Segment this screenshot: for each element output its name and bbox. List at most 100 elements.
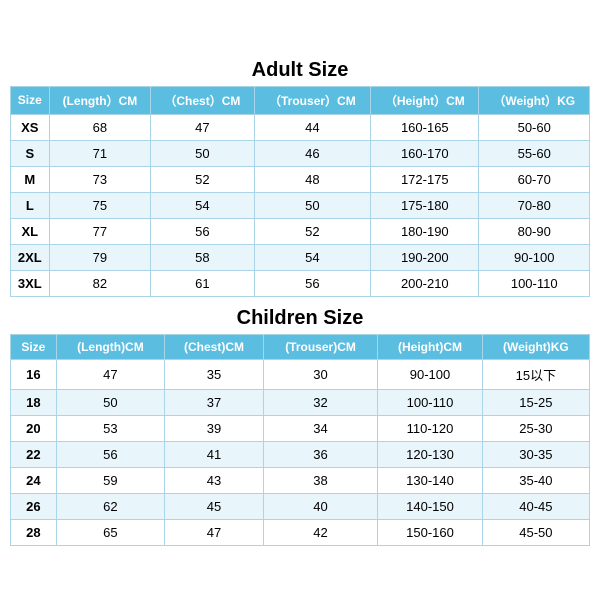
table-cell: 58: [151, 244, 254, 270]
table-cell: 90-100: [479, 244, 590, 270]
table-cell: 56: [254, 270, 371, 296]
adult-header-cell: （Chest）CM: [151, 86, 254, 114]
table-cell: 68: [49, 114, 151, 140]
table-cell: 55-60: [479, 140, 590, 166]
table-cell: 200-210: [371, 270, 479, 296]
table-cell: 2XL: [11, 244, 50, 270]
table-row: 22564136120-13030-35: [11, 441, 590, 467]
table-cell: 56: [151, 218, 254, 244]
table-row: 28654742150-16045-50: [11, 519, 590, 545]
table-row: 24594338130-14035-40: [11, 467, 590, 493]
adult-table-body: XS684744160-16550-60S715046160-17055-60M…: [11, 114, 590, 296]
table-cell: 41: [165, 441, 264, 467]
children-table-body: 1647353090-10015以下18503732100-11015-2520…: [11, 359, 590, 545]
adult-size-table: Size(Length）CM（Chest）CM（Trouser）CM（Heigh…: [10, 86, 590, 297]
table-cell: 28: [11, 519, 57, 545]
table-cell: 82: [49, 270, 151, 296]
table-cell: 3XL: [11, 270, 50, 296]
table-cell: 38: [263, 467, 377, 493]
size-chart-container: Adult Size Size(Length）CM（Chest）CM（Trous…: [10, 53, 590, 548]
table-cell: 40-45: [482, 493, 589, 519]
table-cell: 62: [56, 493, 164, 519]
table-row: XS684744160-16550-60: [11, 114, 590, 140]
table-cell: 59: [56, 467, 164, 493]
adult-header-row: Size(Length）CM（Chest）CM（Trouser）CM（Heigh…: [11, 86, 590, 114]
children-header-row: Size(Length)CM(Chest)CM(Trouser)CM(Heigh…: [11, 334, 590, 359]
adult-header-cell: （Trouser）CM: [254, 86, 371, 114]
table-cell: 73: [49, 166, 151, 192]
table-cell: 47: [56, 359, 164, 389]
children-table-header: Size(Length)CM(Chest)CM(Trouser)CM(Heigh…: [11, 334, 590, 359]
table-cell: 35: [165, 359, 264, 389]
table-cell: 120-130: [378, 441, 483, 467]
table-cell: 22: [11, 441, 57, 467]
table-cell: 75: [49, 192, 151, 218]
table-cell: 39: [165, 415, 264, 441]
table-row: L755450175-18070-80: [11, 192, 590, 218]
table-cell: 47: [151, 114, 254, 140]
table-cell: 36: [263, 441, 377, 467]
table-cell: 172-175: [371, 166, 479, 192]
children-size-table: Size(Length)CM(Chest)CM(Trouser)CM(Heigh…: [10, 334, 590, 546]
table-cell: 30: [263, 359, 377, 389]
table-cell: 79: [49, 244, 151, 270]
table-cell: 54: [254, 244, 371, 270]
table-cell: 140-150: [378, 493, 483, 519]
table-cell: 61: [151, 270, 254, 296]
adult-table-header: Size(Length）CM（Chest）CM（Trouser）CM（Heigh…: [11, 86, 590, 114]
table-row: 3XL826156200-210100-110: [11, 270, 590, 296]
table-cell: 30-35: [482, 441, 589, 467]
table-row: 1647353090-10015以下: [11, 359, 590, 389]
table-cell: 45: [165, 493, 264, 519]
table-cell: XS: [11, 114, 50, 140]
table-cell: 16: [11, 359, 57, 389]
children-header-cell: (Weight)KG: [482, 334, 589, 359]
table-cell: 53: [56, 415, 164, 441]
table-cell: 24: [11, 467, 57, 493]
table-cell: 50: [254, 192, 371, 218]
table-cell: 20: [11, 415, 57, 441]
table-cell: 40: [263, 493, 377, 519]
table-cell: 18: [11, 389, 57, 415]
table-cell: 77: [49, 218, 151, 244]
table-row: 18503732100-11015-25: [11, 389, 590, 415]
table-cell: 52: [254, 218, 371, 244]
table-cell: 26: [11, 493, 57, 519]
children-title: Children Size: [10, 301, 590, 334]
table-cell: 175-180: [371, 192, 479, 218]
table-cell: 47: [165, 519, 264, 545]
children-header-cell: (Length)CM: [56, 334, 164, 359]
children-header-cell: Size: [11, 334, 57, 359]
adult-header-cell: （Height）CM: [371, 86, 479, 114]
table-cell: 15-25: [482, 389, 589, 415]
table-cell: 50-60: [479, 114, 590, 140]
table-cell: 52: [151, 166, 254, 192]
table-cell: 100-110: [378, 389, 483, 415]
table-cell: S: [11, 140, 50, 166]
table-cell: 42: [263, 519, 377, 545]
table-cell: 60-70: [479, 166, 590, 192]
table-cell: 56: [56, 441, 164, 467]
table-cell: 44: [254, 114, 371, 140]
table-cell: 110-120: [378, 415, 483, 441]
table-row: 20533934110-12025-30: [11, 415, 590, 441]
adult-header-cell: Size: [11, 86, 50, 114]
table-row: S715046160-17055-60: [11, 140, 590, 166]
table-cell: 190-200: [371, 244, 479, 270]
table-row: M735248172-17560-70: [11, 166, 590, 192]
table-row: 26624540140-15040-45: [11, 493, 590, 519]
table-cell: 80-90: [479, 218, 590, 244]
table-cell: 48: [254, 166, 371, 192]
table-cell: 50: [56, 389, 164, 415]
table-cell: 37: [165, 389, 264, 415]
table-cell: 54: [151, 192, 254, 218]
children-header-cell: (Trouser)CM: [263, 334, 377, 359]
table-cell: 130-140: [378, 467, 483, 493]
table-cell: 35-40: [482, 467, 589, 493]
table-cell: 100-110: [479, 270, 590, 296]
table-cell: 34: [263, 415, 377, 441]
table-cell: L: [11, 192, 50, 218]
table-cell: 160-170: [371, 140, 479, 166]
adult-header-cell: (Length）CM: [49, 86, 151, 114]
children-header-cell: (Chest)CM: [165, 334, 264, 359]
